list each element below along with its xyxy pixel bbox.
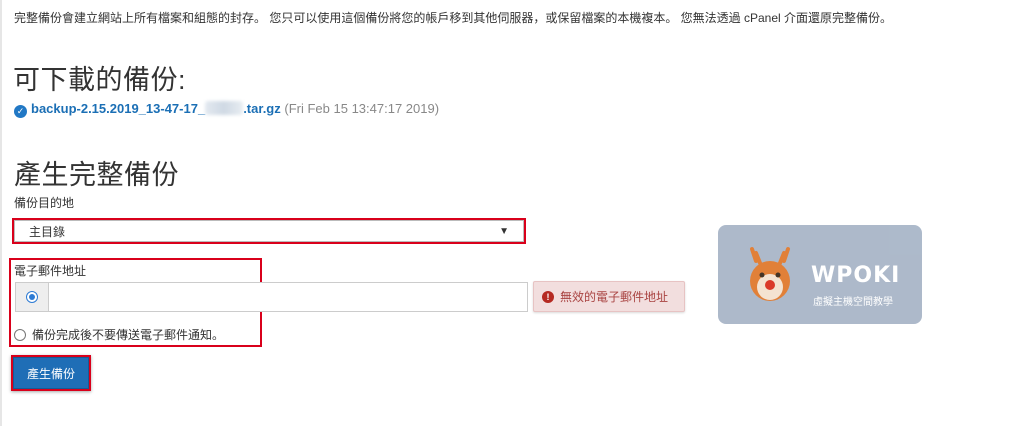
intro-text: 完整備份會建立網站上所有檔案和組態的封存。 您只可以使用這個備份將您的帳戶移到其… bbox=[14, 11, 893, 25]
no-email-option[interactable]: 備份完成後不要傳送電子郵件通知。 bbox=[14, 326, 224, 343]
backup-file-row: ✓ backup-2.15.2019_13-47-17_ .tar.gz (Fri … bbox=[14, 101, 439, 118]
left-border bbox=[0, 0, 2, 426]
no-email-label: 備份完成後不要傳送電子郵件通知。 bbox=[32, 328, 225, 342]
email-input[interactable] bbox=[48, 282, 528, 312]
submit-highlight: 產生備份 bbox=[11, 355, 91, 391]
destination-highlight: 主目錄 ▼ bbox=[12, 218, 526, 244]
backup-download-link[interactable]: backup-2.15.2019_13-47-17_ .tar.gz bbox=[31, 101, 281, 116]
chevron-down-icon: ▼ bbox=[499, 225, 509, 237]
destination-label: 備份目的地 bbox=[14, 196, 75, 210]
generate-heading: 產生完整備份 bbox=[14, 160, 179, 190]
destination-select[interactable]: 主目錄 ▼ bbox=[14, 220, 524, 242]
email-radio-addon[interactable] bbox=[15, 282, 48, 312]
destination-value: 主目錄 bbox=[29, 224, 66, 239]
backup-file-suffix: .tar.gz bbox=[243, 101, 281, 116]
email-label: 電子郵件地址 bbox=[14, 264, 87, 278]
check-circle-icon: ✓ bbox=[14, 105, 27, 118]
backup-date: (Fri Feb 15 13:47:17 2019) bbox=[284, 101, 440, 116]
generate-backup-button[interactable]: 產生備份 bbox=[13, 357, 89, 389]
redacted-username bbox=[205, 101, 244, 115]
email-error-text: 無效的電子郵件地址 bbox=[560, 290, 669, 304]
downloads-heading: 可下載的備份: bbox=[13, 65, 187, 95]
reindeer-logo-icon bbox=[750, 247, 790, 301]
watermark-tagline: 虛擬主機空間教學 bbox=[813, 297, 893, 308]
watermark-logo: WPOKI 虛擬主機空間教學 bbox=[718, 225, 922, 324]
email-error-badge: ! 無效的電子郵件地址 bbox=[533, 281, 685, 312]
backup-file-prefix: backup-2.15.2019_13-47-17_ bbox=[31, 101, 206, 116]
email-radio[interactable] bbox=[26, 291, 38, 303]
no-email-radio[interactable] bbox=[14, 328, 26, 341]
exclamation-icon: ! bbox=[542, 290, 554, 303]
watermark-brand: WPOKI bbox=[811, 263, 901, 288]
